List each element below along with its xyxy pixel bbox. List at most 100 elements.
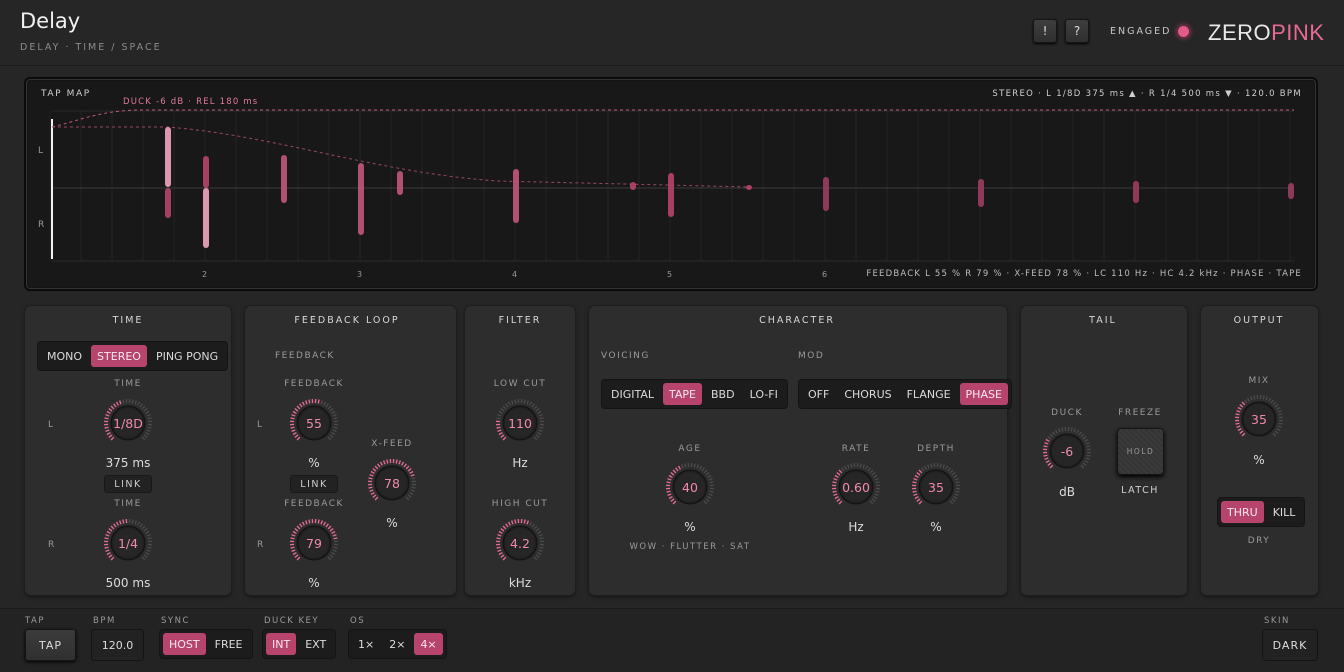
voicing-lo-fi[interactable]: LO-FI — [744, 383, 784, 405]
duck-key-label: DUCK KEY — [264, 616, 320, 626]
xfeed-label: X-FEED — [371, 439, 413, 449]
delay-tap-bar — [513, 169, 519, 223]
time-l-knob[interactable]: 1/8D — [102, 397, 154, 449]
os-4x[interactable]: 4× — [414, 633, 443, 655]
time-l-value: 1/8D — [113, 415, 143, 431]
age-value: 40 — [682, 479, 698, 495]
time-link-button[interactable]: LINK — [104, 475, 152, 493]
delay-tap-bar — [746, 185, 752, 190]
depth-unit: % — [930, 520, 942, 534]
freeze-hold-button[interactable]: HOLD — [1117, 428, 1164, 475]
depth-knob[interactable]: 35 — [910, 461, 962, 513]
feedback-l-knob[interactable]: 55 — [288, 397, 340, 449]
xfeed-knob[interactable]: 78 — [366, 457, 418, 509]
feedback-r-unit: % — [308, 576, 320, 590]
feedback-l-label: FEEDBACK — [284, 379, 344, 389]
duck-readout: DUCK -6 dB · REL 180 ms — [123, 97, 259, 107]
bpm-field[interactable]: 120.0 — [91, 629, 144, 661]
xfeed-unit: % — [386, 516, 398, 530]
os-2x[interactable]: 2× — [383, 633, 411, 655]
mix-value: 35 — [1251, 411, 1267, 427]
beat-tick-6: 6 — [822, 270, 829, 279]
bpm-label: BPM — [93, 616, 116, 626]
channel-l-label: L — [38, 146, 45, 156]
tap-tempo-button[interactable]: TAP — [25, 629, 76, 661]
delay-tap-bar — [668, 173, 674, 217]
depth-value: 35 — [928, 479, 944, 495]
feedback-l-channel: L — [257, 420, 264, 430]
help-button[interactable]: ? — [1065, 19, 1089, 43]
low-cut-value: 110 — [508, 415, 532, 431]
beat-tick-3: 3 — [357, 270, 364, 279]
age-note: WOW · FLUTTER · SAT — [629, 542, 751, 552]
duck-knob[interactable]: -6 — [1041, 425, 1093, 477]
os-label: OS — [350, 616, 366, 626]
duck-value: -6 — [1060, 443, 1074, 459]
engaged-led-toggle[interactable] — [1178, 26, 1189, 37]
voicing-label: VOICING — [601, 351, 650, 361]
plugin-title: Delay — [20, 9, 81, 33]
output-panel-title: OUTPUT — [1233, 315, 1285, 326]
brand-logo: ZEROPINK — [1208, 20, 1324, 46]
brand-part-b: PINK — [1271, 20, 1325, 45]
delay-tap-bar — [203, 188, 209, 248]
delay-tap-bar — [978, 179, 984, 207]
voicing-tape[interactable]: TAPE — [663, 383, 702, 405]
voicing-digital[interactable]: DIGITAL — [605, 383, 660, 405]
delay-tap-bar — [397, 171, 403, 195]
beat-tick-2: 2 — [202, 270, 209, 279]
mod-chorus[interactable]: CHORUS — [838, 383, 897, 405]
tap-map-display: TAP MAP DUCK -6 dB · REL 180 ms STEREO ·… — [28, 81, 1314, 287]
time-mode-stereo[interactable]: STEREO — [91, 345, 147, 367]
mod-off[interactable]: OFF — [802, 383, 835, 405]
feedback-r-channel: R — [257, 540, 265, 550]
rate-unit: Hz — [848, 520, 864, 534]
dry-thru[interactable]: THRU — [1221, 501, 1264, 523]
mod-phase[interactable]: PHASE — [959, 383, 1008, 405]
time-panel-title: TIME — [112, 315, 144, 326]
mix-knob[interactable]: 35 — [1233, 393, 1285, 445]
voicing-bbd[interactable]: BBD — [705, 383, 741, 405]
feedback-panel-title: FEEDBACK LOOP — [294, 315, 400, 326]
time-r-knob[interactable]: 1/4 — [102, 517, 154, 569]
duck-envelope-curve — [51, 109, 1294, 128]
time-r-channel: R — [48, 540, 56, 550]
beat-tick-5: 5 — [667, 270, 674, 279]
high-cut-knob[interactable]: 4.2 — [494, 517, 546, 569]
dry-kill[interactable]: KILL — [1267, 501, 1302, 523]
duck-key-int[interactable]: INT — [266, 633, 297, 655]
feedback-l-value: 55 — [306, 415, 322, 431]
os-1x[interactable]: 1× — [352, 633, 380, 655]
alert-button[interactable]: ! — [1033, 19, 1057, 43]
header-divider — [0, 65, 1344, 66]
rate-knob[interactable]: 0.60 — [830, 461, 882, 513]
freeze-label: FREEZE — [1118, 408, 1162, 418]
tap-map-label: TAP MAP — [41, 89, 91, 99]
depth-label: DEPTH — [917, 444, 955, 454]
high-cut-label: HIGH CUT — [491, 499, 549, 509]
feedback-r-knob[interactable]: 79 — [288, 517, 340, 569]
time-r-value: 1/4 — [117, 535, 139, 551]
output-panel — [1201, 306, 1318, 595]
feedback-panel — [245, 306, 456, 595]
duck-key-ext[interactable]: EXT — [299, 633, 332, 655]
age-knob[interactable]: 40 — [664, 461, 716, 513]
sync-free[interactable]: FREE — [209, 633, 249, 655]
skin-label: SKIN — [1264, 616, 1290, 626]
time-mode-mono[interactable]: MONO — [41, 345, 88, 367]
skin-selector[interactable]: DARK — [1262, 629, 1318, 661]
sync-host[interactable]: HOST — [163, 633, 206, 655]
mod-flange[interactable]: FLANGE — [901, 383, 957, 405]
tail-panel-title: TAIL — [1089, 315, 1117, 326]
tap-label: TAP — [25, 616, 45, 626]
delay-tap-bar — [823, 177, 829, 211]
sync-label: SYNC — [161, 616, 190, 626]
feedback-link-button[interactable]: LINK — [290, 475, 338, 493]
stereo-status-readout: STEREO · L 1/8D 375 ms ▲ · R 1/4 500 ms … — [992, 89, 1302, 99]
low-cut-knob[interactable]: 110 — [494, 397, 546, 449]
feedback-l-unit: % — [308, 456, 320, 470]
time-mode-ping-pong[interactable]: PING PONG — [150, 345, 224, 367]
time-l-label: TIME — [114, 379, 142, 389]
dry-label: DRY — [1247, 536, 1271, 546]
high-cut-unit: kHz — [508, 576, 532, 590]
